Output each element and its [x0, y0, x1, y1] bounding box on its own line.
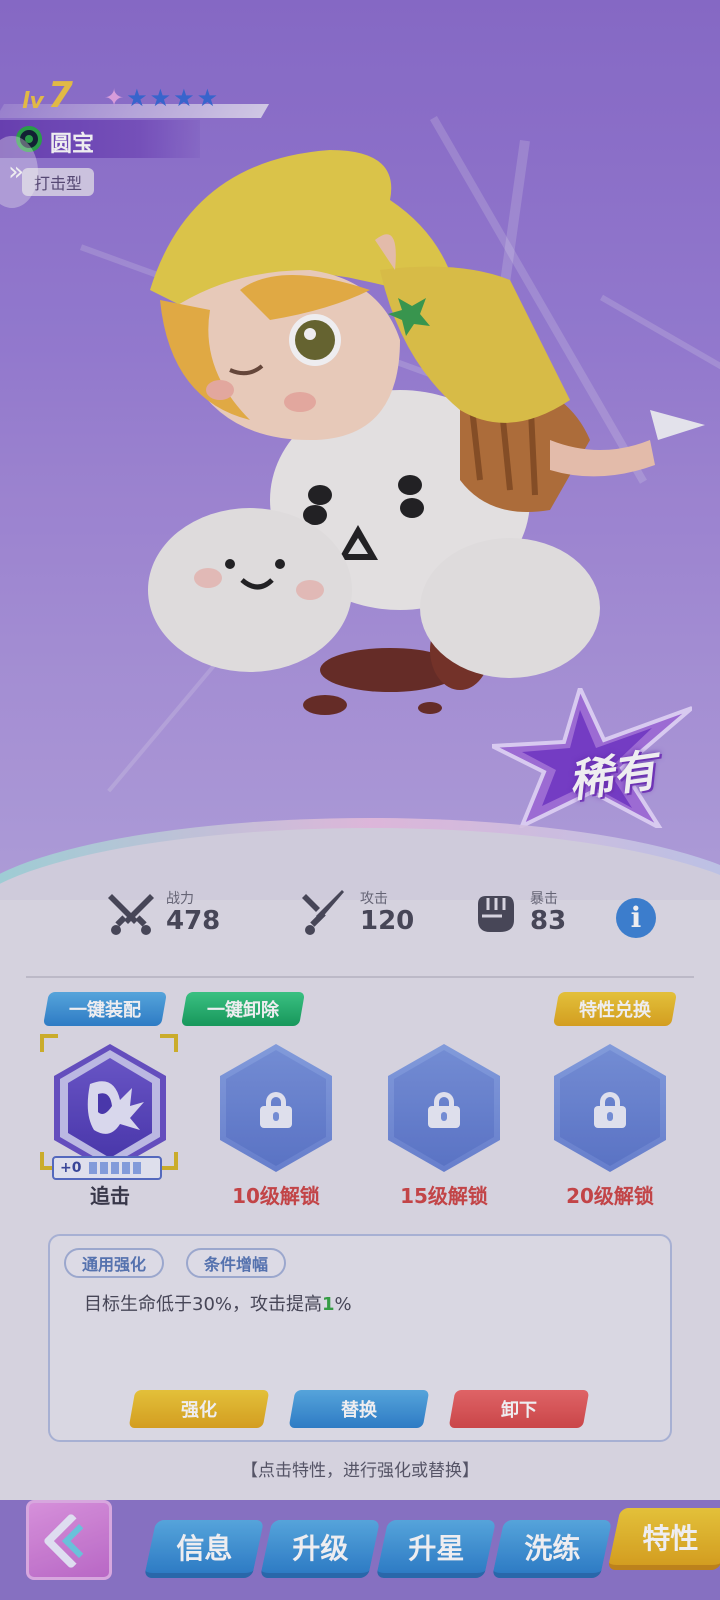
star-icon: ★ [149, 84, 172, 112]
character-illustration [148, 150, 705, 715]
trait-slot-1[interactable]: 追击 [50, 1044, 170, 1209]
tag-general-enhance: 通用强化 [64, 1248, 165, 1278]
info-icon[interactable]: i [616, 898, 656, 938]
level-label: lv [22, 89, 44, 114]
star-icon: ★ [196, 84, 219, 112]
unequip-all-label: 一键卸除 [207, 1000, 279, 1021]
replace-button[interactable]: 替换 [288, 1390, 430, 1428]
fist-icon [478, 896, 514, 932]
hero-detail-screen: 稀有 lv 7 ✦ ★ ★ ★ ★ 圆宝 打击型 » 战力 478 攻击 120… [0, 0, 720, 1600]
equip-all-button[interactable]: 一键装配 [43, 992, 167, 1026]
enhance-label: 强化 [181, 1400, 217, 1421]
chevron-right-icon: » [8, 157, 24, 187]
level-display: lv 7 [22, 75, 73, 116]
attack-label: 攻击 [360, 891, 388, 907]
divider [26, 976, 694, 978]
stat-crit: 暴击 83 [472, 890, 566, 936]
star-icon: ✦ [104, 84, 125, 112]
remove-button[interactable]: 卸下 [448, 1390, 590, 1428]
slot-label: 10级解锁 [232, 1184, 320, 1208]
tab-upgrade-label: 升级 [292, 1531, 349, 1565]
slot-label: 追击 [90, 1184, 130, 1208]
unequip-all-button[interactable]: 一键卸除 [181, 992, 305, 1026]
desc-suffix: % [334, 1294, 352, 1315]
power-value: 478 [166, 906, 221, 936]
tab-traits[interactable]: 特性 [607, 1508, 720, 1570]
rarity-label: 稀有 [565, 745, 660, 808]
tab-traits-label: 特性 [642, 1521, 699, 1555]
trait-slot-2[interactable]: 10级解锁 [216, 1044, 336, 1209]
pursuit-trait-icon [87, 1081, 144, 1134]
crit-value: 83 [530, 906, 567, 936]
tab-star-up[interactable]: 升星 [375, 1520, 497, 1578]
desc-highlight: 1 [322, 1294, 335, 1315]
trait-slot-4[interactable]: 20级解锁 [550, 1044, 670, 1209]
tab-refine[interactable]: 洗练 [491, 1520, 613, 1578]
sword-icon [302, 890, 344, 935]
replace-label: 替换 [341, 1400, 377, 1421]
trait-exchange-button[interactable]: 特性兑换 [553, 992, 677, 1026]
back-button[interactable] [26, 1500, 112, 1580]
tab-upgrade[interactable]: 升级 [259, 1520, 381, 1578]
crossed-swords-icon [108, 894, 154, 935]
crit-label: 暴击 [530, 891, 558, 907]
lock-icon [260, 1092, 292, 1128]
attack-value: 120 [360, 906, 415, 936]
desc-prefix: 目标生命低于30%，攻击提高 [84, 1294, 323, 1315]
stat-attack: 攻击 120 [302, 890, 414, 936]
stat-power: 战力 478 [108, 890, 220, 936]
lock-icon [428, 1092, 460, 1128]
enhance-button[interactable]: 强化 [128, 1390, 270, 1428]
tab-info[interactable]: 信息 [143, 1520, 265, 1578]
equip-all-label: 一键装配 [69, 1000, 141, 1021]
power-label: 战力 [166, 891, 194, 907]
tab-info-label: 信息 [176, 1531, 233, 1565]
star-rating: ✦ ★ ★ ★ ★ [104, 86, 218, 110]
hint-text: 【点击特性，进行强化或替换】 [241, 1461, 479, 1481]
trait-slot-3[interactable]: 15级解锁 [384, 1044, 504, 1209]
lock-icon [594, 1092, 626, 1128]
trait-plus-value: +0 [60, 1160, 82, 1176]
star-icon: ★ [173, 84, 195, 112]
hero-name: 圆宝 [50, 132, 95, 157]
level-value: 7 [47, 75, 73, 116]
tag-condition-boost: 条件增幅 [186, 1248, 287, 1278]
trait-exchange-label: 特性兑换 [579, 1000, 651, 1021]
tab-star-up-label: 升星 [408, 1531, 465, 1565]
trait-hex [54, 1044, 166, 1172]
trait-hex [220, 1044, 332, 1172]
star-icon: ★ [126, 84, 148, 112]
trait-description: 目标生命低于30%，攻击提高1% [84, 1290, 352, 1316]
remove-label: 卸下 [501, 1400, 537, 1421]
trait-hex [554, 1044, 666, 1172]
trait-level-tag: +0 [52, 1156, 162, 1180]
trait-hex [388, 1044, 500, 1172]
slot-label: 15级解锁 [400, 1184, 488, 1208]
slot-label: 20级解锁 [566, 1184, 654, 1208]
tab-refine-label: 洗练 [524, 1531, 581, 1565]
trait-level-bars [89, 1162, 142, 1174]
